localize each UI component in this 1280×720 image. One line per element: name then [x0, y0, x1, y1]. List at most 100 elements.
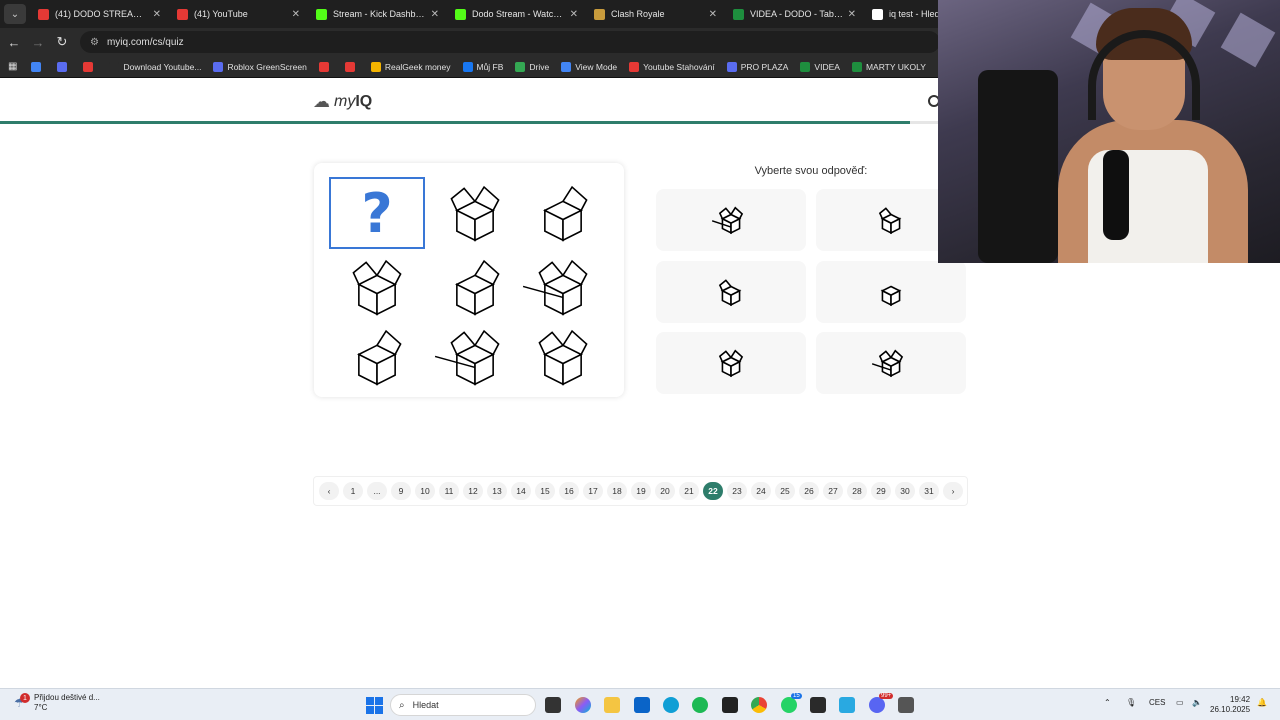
task-view-icon[interactable] [545, 697, 561, 713]
file-explorer-icon[interactable] [604, 697, 620, 713]
answer-option-4[interactable] [816, 261, 966, 323]
page-button[interactable]: 16 [559, 482, 579, 500]
browser-tab[interactable]: Clash Royale ✕ [586, 0, 725, 28]
bookmark-item[interactable]: Roblox GreenScreen [213, 61, 307, 72]
page-button[interactable]: 29 [871, 482, 891, 500]
page-button[interactable]: 28 [847, 482, 867, 500]
page-button[interactable]: 25 [775, 482, 795, 500]
browser-tab[interactable]: Stream - Kick Dashboard ✕ [308, 0, 447, 28]
page-button[interactable]: 31 [919, 482, 939, 500]
page-button[interactable]: 10 [415, 482, 435, 500]
bookmark-favicon-icon [83, 61, 94, 72]
browser-tab[interactable]: Dodo Stream - Watch Live ✕ [447, 0, 586, 28]
discord-icon[interactable] [869, 697, 885, 713]
page-button[interactable]: 1 [343, 482, 363, 500]
bookmark-favicon-icon [213, 61, 224, 72]
facebook-icon[interactable] [839, 697, 855, 713]
page-button[interactable]: 24 [751, 482, 771, 500]
bookmark-item[interactable]: Drive [515, 61, 549, 72]
answer-option-3[interactable] [656, 261, 806, 323]
close-tab-icon[interactable]: ✕ [431, 9, 439, 20]
page-button[interactable]: 9 [391, 482, 411, 500]
bookmark-item[interactable] [57, 61, 71, 72]
bookmark-item[interactable]: Download Youtube... [109, 61, 202, 72]
answer-option-5[interactable] [656, 332, 806, 394]
network-icon[interactable]: ▭ [1176, 698, 1184, 707]
address-bar[interactable]: ⚙ myiq.com/cs/quiz [80, 31, 940, 53]
bookmark-item[interactable]: MARTY UKOLY [851, 61, 926, 72]
quiz-progress-fill [0, 121, 910, 124]
copilot-icon[interactable] [575, 697, 591, 713]
microphone-icon[interactable]: 🎙 [1126, 698, 1136, 707]
notification-bell-icon[interactable]: 🔔 [1257, 698, 1267, 707]
page-button[interactable]: 20 [655, 482, 675, 500]
browser-tab[interactable]: (41) DODO STREAMUJE - ✕ [30, 0, 169, 28]
answer-option-1[interactable] [656, 189, 806, 251]
answer-prompt: Vyberte svou odpověď: [754, 165, 868, 177]
close-tab-icon[interactable]: ✕ [570, 9, 578, 20]
calculator-icon[interactable] [898, 697, 914, 713]
close-tab-icon[interactable]: ✕ [153, 9, 161, 20]
tray-chevron-icon[interactable]: ⌃ [1104, 698, 1111, 707]
weather-widget[interactable]: ☂ 1 Přijdou deštivé d... 7°C [14, 693, 100, 713]
myiq-logo[interactable]: ☁ my IQ [313, 92, 372, 112]
bookmark-item[interactable]: PRO PLAZA [726, 61, 788, 72]
page-button[interactable]: 19 [631, 482, 651, 500]
whatsapp-icon[interactable] [781, 697, 797, 713]
page-button[interactable]: 27 [823, 482, 843, 500]
reload-icon[interactable]: ↻ [50, 34, 74, 50]
page-button[interactable]: 15 [535, 482, 555, 500]
site-info-icon[interactable]: ⚙ [90, 37, 99, 48]
edge-icon[interactable] [663, 697, 679, 713]
bookmark-label: MARTY UKOLY [865, 61, 926, 72]
bookmark-favicon-icon [515, 61, 526, 72]
page-button[interactable]: 17 [583, 482, 603, 500]
bookmark-favicon-icon [344, 61, 355, 72]
browser-tab[interactable]: (41) YouTube ✕ [169, 0, 308, 28]
tab-search-button[interactable]: ⌄ [4, 4, 26, 24]
bookmark-item[interactable]: Youtube Stahování [629, 61, 715, 72]
page-button[interactable]: 23 [727, 482, 747, 500]
bookmark-item[interactable]: RealGeek money [370, 61, 451, 72]
next-page-button[interactable]: › [943, 482, 963, 500]
bookmark-item[interactable]: Můj FB [462, 61, 503, 72]
page-button[interactable]: 14 [511, 482, 531, 500]
page-button[interactable]: 18 [607, 482, 627, 500]
page-button[interactable]: 12 [463, 482, 483, 500]
taskbar-search[interactable]: ⌕ Hledat [390, 694, 536, 716]
page-button[interactable]: 26 [799, 482, 819, 500]
page-button[interactable]: 11 [439, 482, 459, 500]
prev-page-button[interactable]: ‹ [319, 482, 339, 500]
page-button[interactable]: 21 [679, 482, 699, 500]
volume-icon[interactable]: 🔈 [1192, 698, 1202, 707]
spotify-icon[interactable] [692, 697, 708, 713]
bookmark-item[interactable] [83, 61, 97, 72]
matrix-cell-figure [515, 321, 611, 393]
forward-icon[interactable]: → [26, 35, 50, 50]
system-clock[interactable]: 19:42 26.10.2025 [1210, 695, 1250, 715]
bookmark-item[interactable]: VIDEA [800, 61, 840, 72]
start-button[interactable] [366, 697, 383, 714]
bookmark-item[interactable] [31, 61, 45, 72]
terminal-icon[interactable] [722, 697, 738, 713]
page-button[interactable]: 30 [895, 482, 915, 500]
language-indicator[interactable]: CES [1149, 698, 1165, 707]
outlook-icon[interactable] [634, 697, 650, 713]
answer-option-6[interactable] [816, 332, 966, 394]
bookmark-label: Download Youtube... [123, 61, 202, 72]
epic-games-icon[interactable] [810, 697, 826, 713]
chrome-icon[interactable] [751, 697, 767, 713]
bookmark-item[interactable] [344, 61, 359, 72]
bookmark-label: VIDEA [814, 61, 840, 72]
apps-grid-icon[interactable]: ▦ [8, 61, 17, 72]
bookmark-item[interactable] [318, 61, 333, 72]
close-tab-icon[interactable]: ✕ [292, 9, 300, 20]
page-button[interactable]: 22 [703, 482, 723, 500]
close-tab-icon[interactable]: ✕ [709, 9, 717, 20]
bookmark-item[interactable]: View Mode [561, 61, 617, 72]
bookmark-favicon-icon [800, 61, 811, 72]
page-button[interactable]: 13 [487, 482, 507, 500]
close-tab-icon[interactable]: ✕ [848, 9, 856, 20]
back-icon[interactable]: ← [2, 35, 26, 50]
browser-tab[interactable]: VIDEA - DODO - Tabulky ✕ [725, 0, 864, 28]
